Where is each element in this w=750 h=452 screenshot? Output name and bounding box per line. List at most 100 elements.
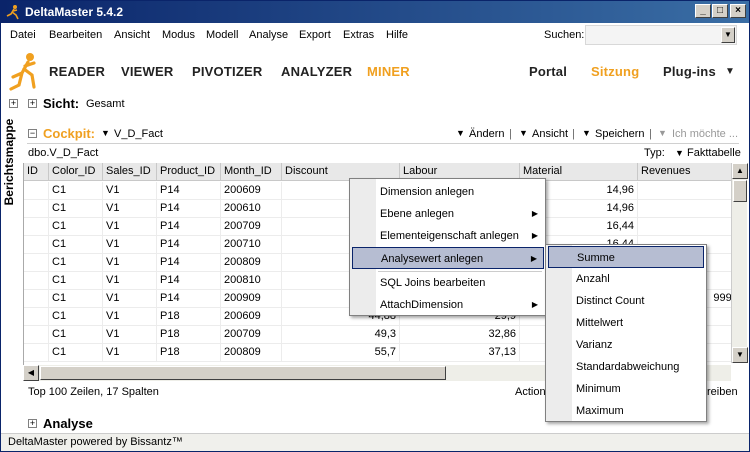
table-cell[interactable]: V1	[103, 218, 157, 236]
table-cell[interactable]: V1	[103, 290, 157, 308]
vertical-scrollbar[interactable]: ▲ ▼	[731, 163, 748, 363]
table-cell[interactable]: P14	[157, 200, 221, 218]
table-cell[interactable]: C1	[49, 308, 103, 326]
aendern-button[interactable]: Ändern	[469, 128, 504, 140]
nav-sitzung[interactable]: Sitzung	[591, 64, 639, 79]
table-cell[interactable]: C1	[49, 254, 103, 272]
scroll-up-icon[interactable]: ▲	[732, 163, 748, 179]
speichern-button[interactable]: Speichern	[595, 128, 645, 140]
nav-pivotizer[interactable]: PIVOTIZER	[192, 64, 262, 79]
table-cell[interactable]: 200809	[221, 254, 282, 272]
table-cell[interactable]: C1	[49, 290, 103, 308]
close-button[interactable]: ×	[730, 4, 746, 18]
table-cell[interactable]: V1	[103, 308, 157, 326]
table-cell[interactable]: P18	[157, 326, 221, 344]
cockpit-dropdown-icon[interactable]: ▼	[101, 128, 110, 138]
speichern-dropdown-icon[interactable]: ▼	[582, 128, 591, 138]
table-cell[interactable]: V1	[103, 272, 157, 290]
scroll-down-icon[interactable]: ▼	[732, 347, 748, 363]
nav-viewer[interactable]: VIEWER	[121, 64, 173, 79]
table-cell[interactable]: 200809	[221, 344, 282, 362]
typ-dropdown-icon[interactable]: ▼	[675, 148, 684, 158]
table-cell[interactable]: P14	[157, 182, 221, 200]
table-cell[interactable]: 200709	[221, 326, 282, 344]
aendern-dropdown-icon[interactable]: ▼	[456, 128, 465, 138]
table-cell[interactable]	[24, 236, 49, 254]
column-header-color-id[interactable]: Color_ID	[49, 163, 103, 181]
table-cell[interactable]: P18	[157, 308, 221, 326]
column-header-sales-id[interactable]: Sales_ID	[103, 163, 157, 181]
sicht-expand-icon[interactable]: +	[28, 99, 37, 108]
menu-item-attachdimension[interactable]: AttachDimension ▶	[352, 294, 544, 316]
table-cell[interactable]: 55,7	[282, 344, 400, 362]
menu-hilfe[interactable]: Hilfe	[386, 29, 408, 41]
table-cell[interactable]: V1	[103, 344, 157, 362]
table-cell[interactable]	[24, 308, 49, 326]
table-cell[interactable]	[24, 254, 49, 272]
table-cell[interactable]: C1	[49, 344, 103, 362]
analyse-expand-icon[interactable]: +	[28, 419, 37, 428]
nav-analyzer[interactable]: ANALYZER	[281, 64, 352, 79]
table-cell[interactable]	[24, 344, 49, 362]
cockpit-collapse-icon[interactable]: −	[28, 129, 37, 138]
column-header-id[interactable]: ID	[24, 163, 49, 181]
submenu-item-anzahl[interactable]: Anzahl	[548, 268, 704, 290]
vertical-scroll-thumb[interactable]	[733, 180, 747, 202]
submenu-item-standardabweichung[interactable]: Standardabweichung	[548, 356, 704, 378]
table-cell[interactable]: 200909	[221, 290, 282, 308]
table-cell[interactable]: V1	[103, 326, 157, 344]
cockpit-value[interactable]: V_D_Fact	[114, 128, 163, 140]
table-cell[interactable]: P14	[157, 290, 221, 308]
menu-extras[interactable]: Extras	[343, 29, 374, 41]
menu-item-analysewert-anlegen[interactable]: Analysewert anlegen ▶	[352, 247, 544, 269]
table-cell[interactable]: P14	[157, 236, 221, 254]
table-cell[interactable]	[24, 290, 49, 308]
menu-bearbeiten[interactable]: Bearbeiten	[49, 29, 102, 41]
table-cell[interactable]: C1	[49, 218, 103, 236]
nav-miner[interactable]: MINER	[367, 64, 410, 79]
table-cell[interactable]: 200710	[221, 236, 282, 254]
minimize-button[interactable]: _	[695, 4, 711, 18]
table-cell[interactable]: 200610	[221, 200, 282, 218]
expand-icon[interactable]: +	[9, 99, 18, 108]
menu-item-ebene-anlegen[interactable]: Ebene anlegen ▶	[352, 203, 544, 225]
menu-analyse[interactable]: Analyse	[249, 29, 288, 41]
typ-value[interactable]: Fakttabelle	[687, 147, 741, 159]
sidebar-label-berichtsmappe[interactable]: Berichtsmappe	[2, 112, 16, 212]
table-cell[interactable]: 200609	[221, 308, 282, 326]
table-cell[interactable]: C1	[49, 272, 103, 290]
table-cell[interactable]: C1	[49, 326, 103, 344]
table-cell[interactable]: P14	[157, 254, 221, 272]
table-cell[interactable]: C1	[49, 200, 103, 218]
table-cell[interactable]: V1	[103, 254, 157, 272]
submenu-item-maximum[interactable]: Maximum	[548, 400, 704, 422]
menu-datei[interactable]: Datei	[10, 29, 36, 41]
table-cell[interactable]: V1	[103, 182, 157, 200]
menu-ansicht[interactable]: Ansicht	[114, 29, 150, 41]
action-label[interactable]: Action	[515, 386, 546, 398]
ansicht-button[interactable]: Ansicht	[532, 128, 568, 140]
table-cell[interactable]	[24, 272, 49, 290]
table-cell[interactable]: C1	[49, 236, 103, 254]
table-cell[interactable]: 200810	[221, 272, 282, 290]
table-cell[interactable]: V1	[103, 236, 157, 254]
submenu-item-mittelwert[interactable]: Mittelwert	[548, 312, 704, 334]
table-cell[interactable]	[24, 182, 49, 200]
beschreiben-label[interactable]: reiben	[707, 386, 738, 398]
table-cell[interactable]	[24, 200, 49, 218]
ansicht-dropdown-icon[interactable]: ▼	[519, 128, 528, 138]
table-cell[interactable]: P14	[157, 272, 221, 290]
table-cell[interactable]: 49,3	[282, 326, 400, 344]
menu-item-elementeigenschaft-anlegen[interactable]: Elementeigenschaft anlegen ▶	[352, 225, 544, 247]
submenu-item-minimum[interactable]: Minimum	[548, 378, 704, 400]
table-cell[interactable]: P14	[157, 218, 221, 236]
table-cell[interactable]: C1	[49, 182, 103, 200]
table-cell[interactable]: 37,13	[400, 344, 520, 362]
table-cell[interactable]: 200609	[221, 182, 282, 200]
submenu-item-distinct-count[interactable]: Distinct Count	[548, 290, 704, 312]
menu-export[interactable]: Export	[299, 29, 331, 41]
table-cell[interactable]	[24, 218, 49, 236]
menu-modell[interactable]: Modell	[206, 29, 238, 41]
submenu-item-varianz[interactable]: Varianz	[548, 334, 704, 356]
column-header-product-id[interactable]: Product_ID	[157, 163, 221, 181]
